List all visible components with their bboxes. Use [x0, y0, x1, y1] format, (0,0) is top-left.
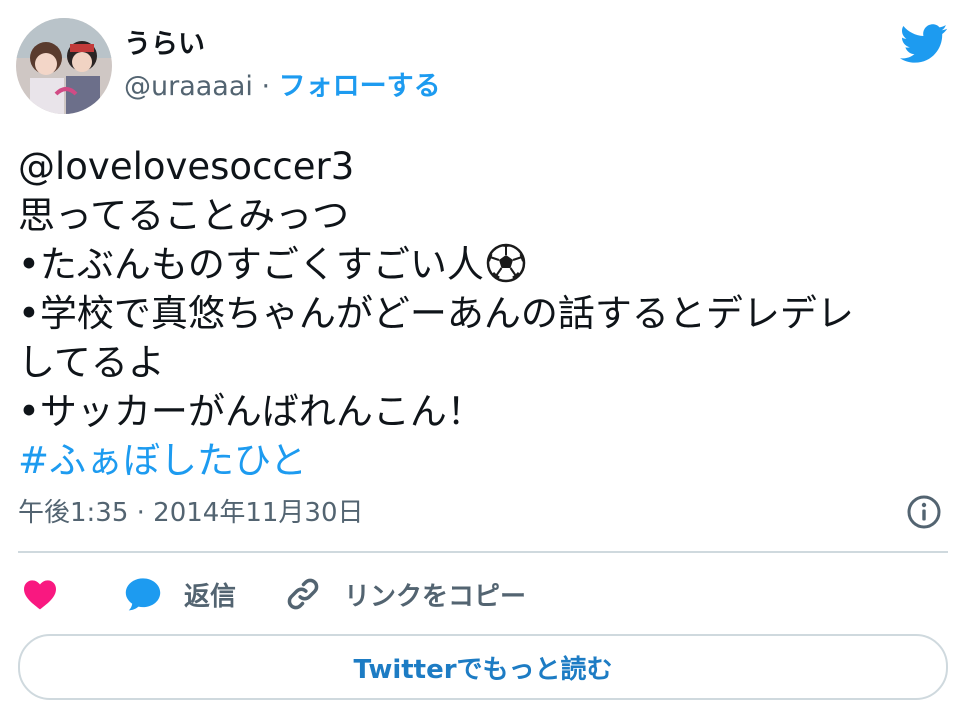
tweet-line: •サッカーがんばれんこん！ — [18, 390, 484, 433]
info-icon[interactable] — [906, 494, 942, 530]
hashtag-link[interactable]: #ふぁぼしたひと — [18, 436, 948, 485]
reply-button[interactable]: 返信 — [124, 572, 236, 616]
tweet-line: してるよ — [18, 341, 165, 384]
copy-link-label: リンクをコピー — [344, 581, 527, 612]
tweet-line: •学校で真悠ちゃんがどーあんの話するとデレデレ — [18, 292, 854, 335]
follow-button[interactable]: フォローする — [279, 71, 441, 102]
read-more-button[interactable]: Twitterでもっと読む — [18, 634, 948, 700]
display-name[interactable]: うらい — [124, 28, 205, 62]
divider — [18, 551, 948, 553]
user-handle[interactable]: @uraaaai — [124, 71, 253, 102]
heart-icon — [24, 580, 56, 610]
link-icon — [287, 578, 319, 610]
avatar[interactable] — [16, 18, 112, 114]
copy-link-button[interactable]: リンクをコピー — [284, 572, 526, 616]
tweet-line-mention[interactable]: @lovelovesoccer3 — [18, 142, 948, 191]
tweet-line: 思ってることみっつ — [18, 194, 350, 237]
read-more-label: Twitterでもっと読む — [353, 654, 613, 685]
tweet-line: •たぶんものすごくすごい人 — [18, 243, 484, 286]
tweet-timestamp[interactable]: 午後1:35 · 2014年11月30日 — [18, 496, 364, 530]
like-button[interactable] — [22, 572, 58, 616]
speech-bubble-icon — [125, 578, 161, 611]
twitter-bird-icon[interactable] — [900, 24, 948, 64]
tweet-embed-card: うらい @uraaaai · フォローする @lovelovesoccer3 思… — [0, 0, 976, 722]
handle-separator: · — [252, 71, 279, 102]
tweet-line-with-emoji: •たぶんものすごくすごい人 — [18, 240, 948, 289]
reply-label: 返信 — [184, 581, 237, 612]
handle-row: @uraaaai · フォローする — [124, 70, 441, 104]
soccer-ball-icon — [486, 243, 526, 283]
tweet-text: @lovelovesoccer3 思ってることみっつ •たぶんものすごくすごい人… — [18, 142, 948, 485]
